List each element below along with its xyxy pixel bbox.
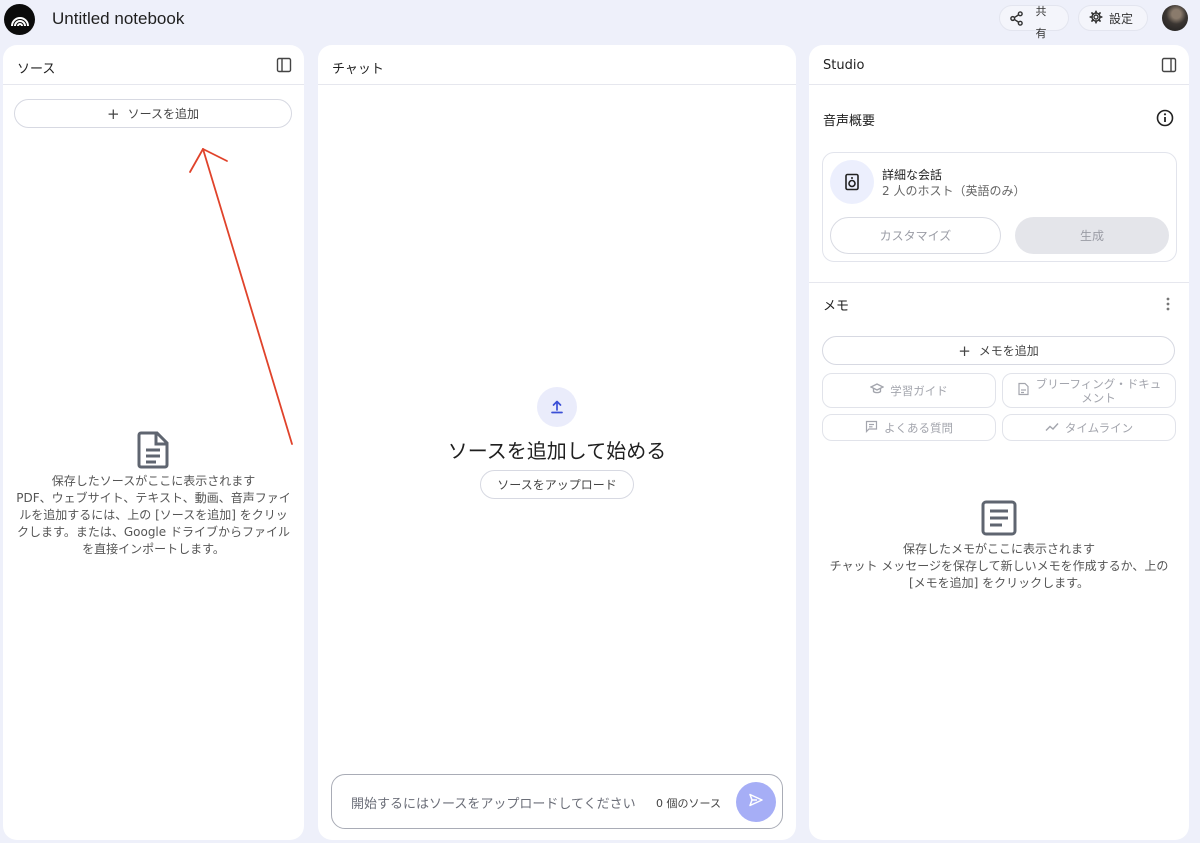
audio-overview-title: 音声概要: [823, 114, 876, 129]
audio-card-title: 詳細な会話: [882, 168, 943, 182]
studio-panel: Studio 音声概要 詳細な会話 2 人のホスト（英語のみ） カスタマイズ 生…: [809, 45, 1189, 840]
plus-icon: +: [958, 341, 971, 360]
chat-header: チャット: [318, 45, 796, 85]
upload-source-label: ソースをアップロード: [497, 478, 617, 492]
chat-headline: ソースを追加して始める: [447, 439, 667, 463]
notebook-title[interactable]: Untitled notebook: [52, 9, 184, 29]
sources-empty-line: ルを追加するには、上の [ソースを追加] をクリッ: [19, 508, 288, 522]
briefing-doc-button[interactable]: ブリーフィング・ドキュ メント: [1002, 373, 1176, 408]
sources-empty-line: クします。または、Google ドライブからファイル: [17, 525, 290, 539]
faq-label: よくある質問: [884, 420, 953, 435]
add-note-button[interactable]: + メモを追加: [822, 336, 1175, 365]
graduation-cap-icon: [869, 383, 885, 398]
study-guide-label: 学習ガイド: [890, 383, 948, 398]
studio-title: Studio: [823, 58, 865, 73]
doc-edit-icon: [1017, 382, 1030, 399]
sources-title: ソース: [17, 62, 56, 77]
plus-icon: +: [107, 104, 120, 123]
share-button[interactable]: 共 有: [999, 5, 1069, 40]
send-button[interactable]: [736, 782, 776, 822]
sources-panel: ソース + ソースを追加 保存したソースがここに表示されます PDF、ウェブサイ…: [3, 45, 304, 840]
add-source-button[interactable]: + ソースを追加: [14, 99, 292, 128]
speaker-icon: [830, 160, 874, 204]
upload-icon: [537, 387, 577, 427]
briefing-doc-label: ブリーフィング・ドキュ メント: [1035, 376, 1162, 405]
upload-source-button[interactable]: ソースをアップロード: [480, 470, 634, 499]
top-bar: Untitled notebook 共 有 設定: [0, 0, 1200, 40]
study-guide-button[interactable]: 学習ガイド: [822, 373, 996, 408]
trending-icon: [1045, 421, 1059, 435]
document-icon: [137, 431, 169, 473]
send-icon: [748, 792, 764, 812]
sources-empty-state: 保存したソースがここに表示されます PDF、ウェブサイト、テキスト、動画、音声フ…: [3, 473, 304, 558]
studio-header: Studio: [809, 45, 1189, 85]
notes-empty-title: 保存したメモがここに表示されます: [902, 542, 1095, 556]
sources-empty-line: PDF、ウェブサイト、テキスト、動画、音声ファイ: [16, 491, 291, 505]
notes-title: メモ: [823, 299, 850, 314]
notes-empty-state: 保存したメモがここに表示されます チャット メッセージを保存して新しいメモを作成…: [809, 541, 1189, 592]
notebooklm-logo-icon[interactable]: [4, 4, 35, 35]
gear-icon: [1089, 9, 1103, 27]
timeline-button[interactable]: タイムライン: [1002, 414, 1176, 441]
settings-label: 設定: [1109, 11, 1134, 26]
add-note-label: メモを追加: [978, 344, 1039, 358]
more-vert-icon[interactable]: [1166, 296, 1170, 315]
collapse-panel-icon[interactable]: [1161, 57, 1177, 77]
studio-divider: [809, 282, 1189, 283]
sources-empty-line: を直接インポートします。: [82, 542, 225, 556]
notes-empty-line: [メモを追加] をクリックします。: [909, 576, 1089, 590]
audio-card-subtitle: 2 人のホスト（英語のみ）: [882, 184, 1026, 198]
audio-overview-card: 詳細な会話 2 人のホスト（英語のみ） カスタマイズ 生成: [822, 152, 1177, 262]
info-icon[interactable]: [1156, 109, 1174, 131]
chat-input-box[interactable]: 開始するにはソースをアップロードしてください 0 個のソース: [331, 774, 783, 829]
chat-panel: チャット ソースを追加して始める ソースをアップロード 開始するにはソースをアッ…: [318, 45, 796, 840]
chat-input-placeholder: 開始するにはソースをアップロードしてください: [351, 797, 636, 812]
add-source-label: ソースを追加: [127, 107, 199, 121]
timeline-label: タイムライン: [1064, 420, 1134, 435]
share-label: 共 有: [1035, 5, 1047, 40]
sources-header: ソース: [3, 45, 304, 85]
settings-button[interactable]: 設定: [1078, 5, 1148, 31]
faq-button[interactable]: よくある質問: [822, 414, 996, 441]
notes-document-icon: [981, 500, 1017, 540]
sources-empty-title: 保存したソースがここに表示されます: [51, 474, 256, 488]
chat-bubble-icon: [865, 420, 878, 436]
notes-empty-line: チャット メッセージを保存して新しいメモを作成するか、上の: [829, 559, 1169, 573]
user-avatar[interactable]: [1162, 5, 1188, 31]
source-count: 0 個のソース: [656, 797, 721, 810]
collapse-panel-icon[interactable]: [276, 57, 292, 77]
share-icon: [1009, 11, 1024, 30]
generate-button[interactable]: 生成: [1015, 217, 1169, 254]
chat-title: チャット: [332, 62, 384, 77]
customize-button[interactable]: カスタマイズ: [830, 217, 1001, 254]
